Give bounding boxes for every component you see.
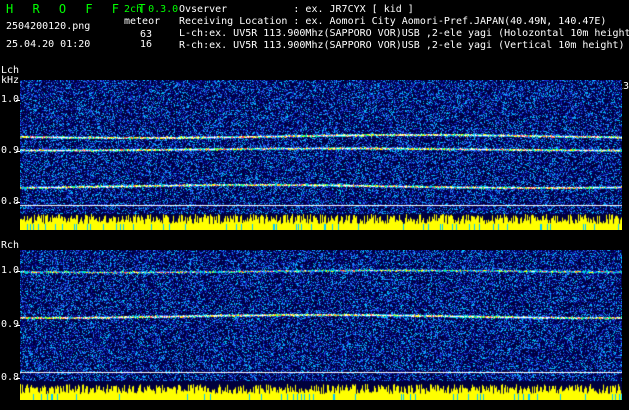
lch-spectrogram	[20, 80, 622, 230]
lch-unit-label: kHz	[1, 75, 20, 86]
hroft-window: H R O F F T 2504200120.png 25.04.20 01:2…	[0, 0, 629, 410]
observer-line: Ovserver : ex. JR7CYX [ kid ]	[179, 4, 414, 15]
meteor-label: meteor	[124, 16, 161, 27]
rch-count: 16	[140, 39, 153, 50]
mode-label: 2ch 0.3.0	[124, 4, 179, 15]
datetime-label: 25.04.20 01:20	[6, 39, 91, 50]
lch-config-line: L-ch:ex. UV5R 113.900Mhz(SAPPORO VOR)USB…	[179, 28, 629, 39]
rch-spectrogram	[20, 250, 622, 400]
rch-channel-label: Rch	[1, 240, 20, 251]
location-line: Receiving Location : ex. Aomori City Aom…	[179, 16, 607, 27]
filename-label: 2504200120.png	[6, 21, 91, 32]
rch-config-line: R-ch:ex. UV5R 113.900Mhz(SAPPORO VOR)USB…	[179, 40, 625, 51]
